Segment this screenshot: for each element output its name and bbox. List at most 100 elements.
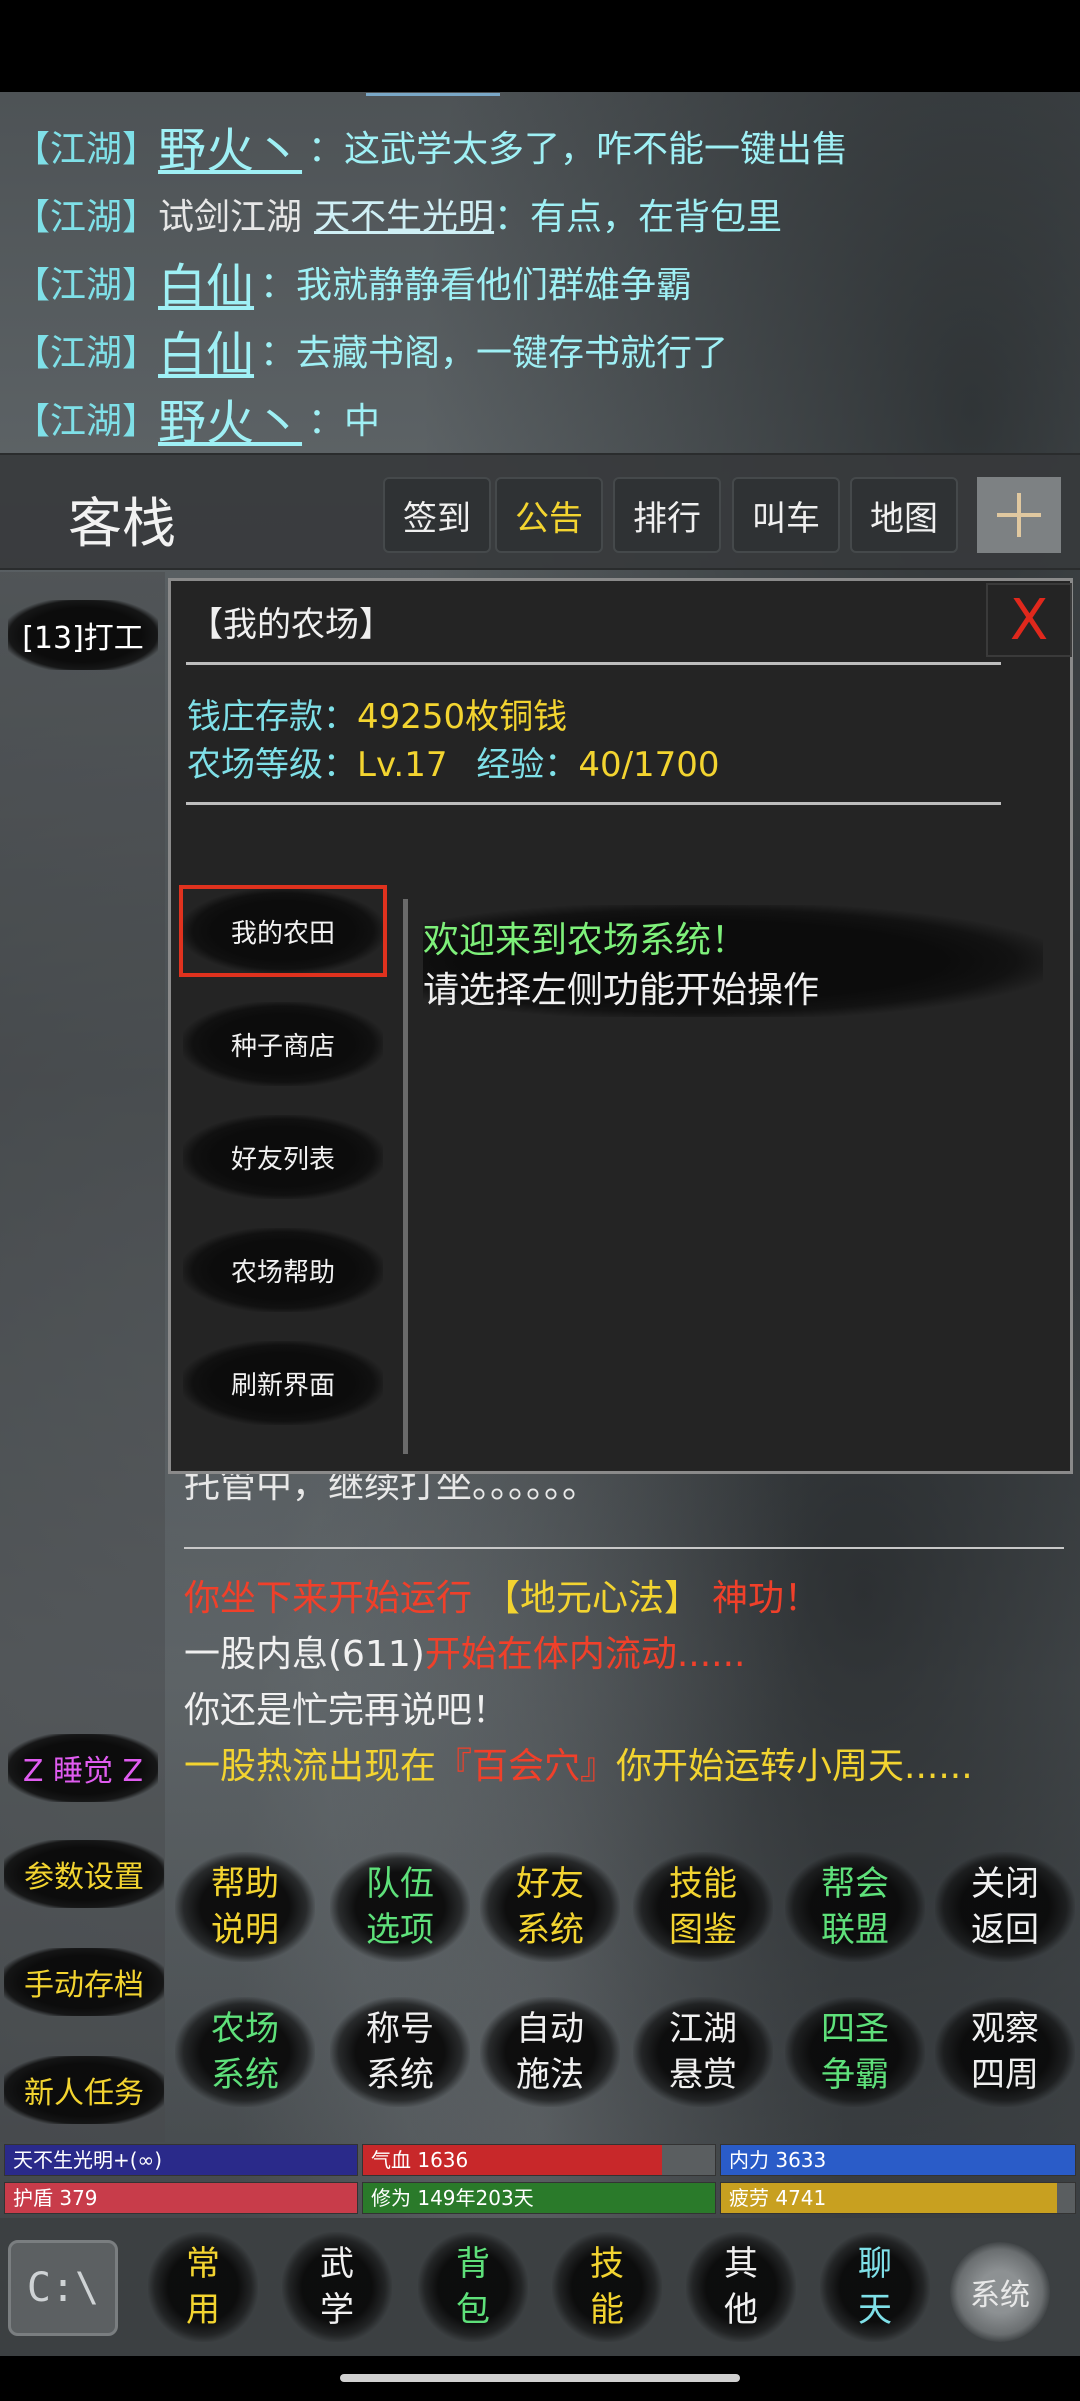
look-around-button[interactable]: 观察 四周 — [935, 1997, 1075, 2107]
close-button[interactable]: X — [986, 583, 1072, 657]
team-options-button[interactable]: 队伍 选项 — [330, 1852, 470, 1962]
log-segment: 一股热流出现在 — [184, 1746, 437, 1787]
title-system-button[interactable]: 称号 系统 — [330, 1997, 470, 2107]
chat-sender[interactable]: 白仙 — [158, 247, 254, 317]
btn-label: 系统 — [211, 2055, 279, 2095]
announcement-button[interactable]: 公告 — [495, 477, 603, 553]
bar-label: 气血 1636 — [371, 2148, 469, 2172]
status-bar — [0, 0, 1080, 92]
btn-label: 系统 — [516, 1910, 584, 1950]
log-line: 一股热流出现在『百会穴』你开始运转小周天...... — [184, 1739, 1064, 1795]
call-car-button[interactable]: 叫车 — [732, 477, 840, 553]
terminal-icon[interactable]: C:\ — [8, 2240, 118, 2336]
bank-label: 钱庄存款： — [187, 697, 357, 737]
bar-label: 修为 149年203天 — [371, 2186, 534, 2210]
chat-message: 【江湖】 试剑江湖 天不生光明 ：有点，在背包里 — [14, 180, 1064, 248]
nav-label: 背 — [456, 2244, 490, 2284]
chat-text: ：有点，在背包里 — [494, 197, 783, 238]
log-skill-name: 【地元心法】 — [484, 1578, 701, 1619]
nav-label: 武 — [320, 2244, 354, 2284]
chat-text: ：去藏书阁，一键存书就行了 — [260, 333, 729, 374]
auto-cast-button[interactable]: 自动 施法 — [480, 1997, 620, 2107]
chat-sender[interactable]: 天不生光明 — [314, 188, 494, 240]
btn-label: 争霸 — [821, 2055, 889, 2095]
my-fields-button[interactable]: 我的农田 — [179, 885, 387, 977]
btn-label: 图鉴 — [669, 1910, 737, 1950]
chat-channel: 【江湖】 — [14, 401, 159, 442]
location-title: 客栈 — [68, 492, 176, 555]
btn-label: 帮助 — [211, 1864, 279, 1904]
skill-atlas-button[interactable]: 技能 图鉴 — [633, 1852, 773, 1962]
bounty-button[interactable]: 江湖 悬赏 — [633, 1997, 773, 2107]
chat-text: ：中 — [308, 401, 381, 442]
chat-panel[interactable]: 【江湖】 野火丶 ：这武学太多了，咋不能一键出售 【江湖】 试剑江湖 天不生光明… — [14, 112, 1064, 452]
log-segment: 开始在体内流动...... — [424, 1634, 746, 1675]
close-return-button[interactable]: 关闭 返回 — [935, 1852, 1075, 1962]
nav-label: 包 — [456, 2290, 490, 2330]
nav-chat[interactable]: 聊天 — [820, 2232, 930, 2342]
btn-label: 称号 — [366, 2009, 434, 2049]
friend-list-button[interactable]: 好友列表 — [183, 1115, 383, 1199]
exp-value: 40/1700 — [578, 745, 720, 785]
nav-skills[interactable]: 技能 — [552, 2232, 662, 2342]
btn-label: 关闭 — [971, 1864, 1039, 1904]
settings-button[interactable]: 参数设置 — [4, 1840, 164, 1908]
btn-label: 悬赏 — [669, 2055, 737, 2095]
refresh-button[interactable]: 刷新界面 — [183, 1341, 383, 1425]
nav-label: 学 — [320, 2290, 354, 2330]
home-indicator[interactable] — [340, 2374, 740, 2382]
nav-label: 聊 — [858, 2244, 892, 2284]
nav-other[interactable]: 其他 — [686, 2232, 796, 2342]
nav-label: 常 — [186, 2244, 220, 2284]
farm-system-button[interactable]: 农场 系统 — [175, 1997, 315, 2107]
chat-message: 【江湖】 白仙 ：去藏书阁，一键存书就行了 — [14, 316, 1064, 384]
bar-label: 疲劳 4741 — [729, 2186, 827, 2210]
btn-label: 自动 — [516, 2009, 584, 2049]
nav-label: 他 — [724, 2290, 758, 2330]
nav-common[interactable]: 常用 — [148, 2232, 258, 2342]
add-button[interactable] — [977, 477, 1061, 553]
log-line: 你坐下来开始运行 【地元心法】 神功！ — [184, 1571, 1064, 1627]
ranking-button[interactable]: 排行 — [613, 477, 721, 553]
home-indicator-bar — [0, 2356, 1080, 2401]
chat-sender[interactable]: 白仙 — [158, 315, 254, 385]
newbie-tasks-button[interactable]: 新人任务 — [4, 2056, 164, 2124]
work-button[interactable]: [13]打工 — [8, 600, 158, 670]
menu-divider — [403, 899, 408, 1454]
level-value: Lv.17 — [357, 745, 448, 785]
map-button[interactable]: 地图 — [850, 477, 958, 553]
chat-sender[interactable]: 野火丶 — [158, 383, 302, 453]
gear-icon[interactable]: 系统 — [950, 2242, 1050, 2342]
log-segment: 你开始运转小周天...... — [616, 1746, 973, 1787]
chat-sender[interactable]: 野火丶 — [158, 111, 302, 181]
nav-martial-arts[interactable]: 武学 — [282, 2232, 392, 2342]
btn-label: 选项 — [366, 1910, 434, 1950]
nav-label: 其 — [724, 2244, 758, 2284]
btn-label: 四圣 — [821, 2009, 889, 2049]
checkin-button[interactable]: 签到 — [383, 477, 491, 553]
guild-alliance-button[interactable]: 帮会 联盟 — [785, 1852, 925, 1962]
bank-value: 49250枚铜钱 — [357, 697, 568, 737]
help-button[interactable]: 帮助 说明 — [175, 1852, 315, 1962]
bar-label: 内力 3633 — [729, 2148, 827, 2172]
btn-label: 说明 — [211, 1910, 279, 1950]
chat-text: ：我就静静看他们群雄争霸 — [260, 265, 693, 306]
chat-channel: 【江湖】 — [14, 197, 159, 238]
chat-message: 【江湖】 野火丶 ：这武学太多了，咋不能一键出售 — [14, 112, 1064, 180]
dialog-title: 【我的农场】 — [189, 605, 393, 645]
seed-shop-button[interactable]: 种子商店 — [183, 1002, 383, 1086]
nav-backpack[interactable]: 背包 — [418, 2232, 528, 2342]
sleep-button[interactable]: Z 睡觉 Z — [8, 1734, 158, 1802]
btn-label: 施法 — [516, 2055, 584, 2095]
shield-bar: 护盾 379 — [4, 2182, 358, 2214]
exp-label: 经验： — [476, 745, 579, 785]
cultivation-bar: 修为 149年203天 — [362, 2182, 716, 2214]
four-saints-button[interactable]: 四圣 争霸 — [785, 1997, 925, 2107]
farm-help-button[interactable]: 农场帮助 — [183, 1228, 383, 1312]
friends-button[interactable]: 好友 系统 — [480, 1852, 620, 1962]
hp-bar: 气血 1636 — [362, 2144, 716, 2176]
manual-save-button[interactable]: 手动存档 — [4, 1948, 164, 2016]
location-bar: 客栈 签到 公告 排行 叫车 地图 — [0, 453, 1080, 570]
plus-icon-stroke — [1017, 493, 1021, 537]
mana-bar: 内力 3633 — [720, 2144, 1076, 2176]
